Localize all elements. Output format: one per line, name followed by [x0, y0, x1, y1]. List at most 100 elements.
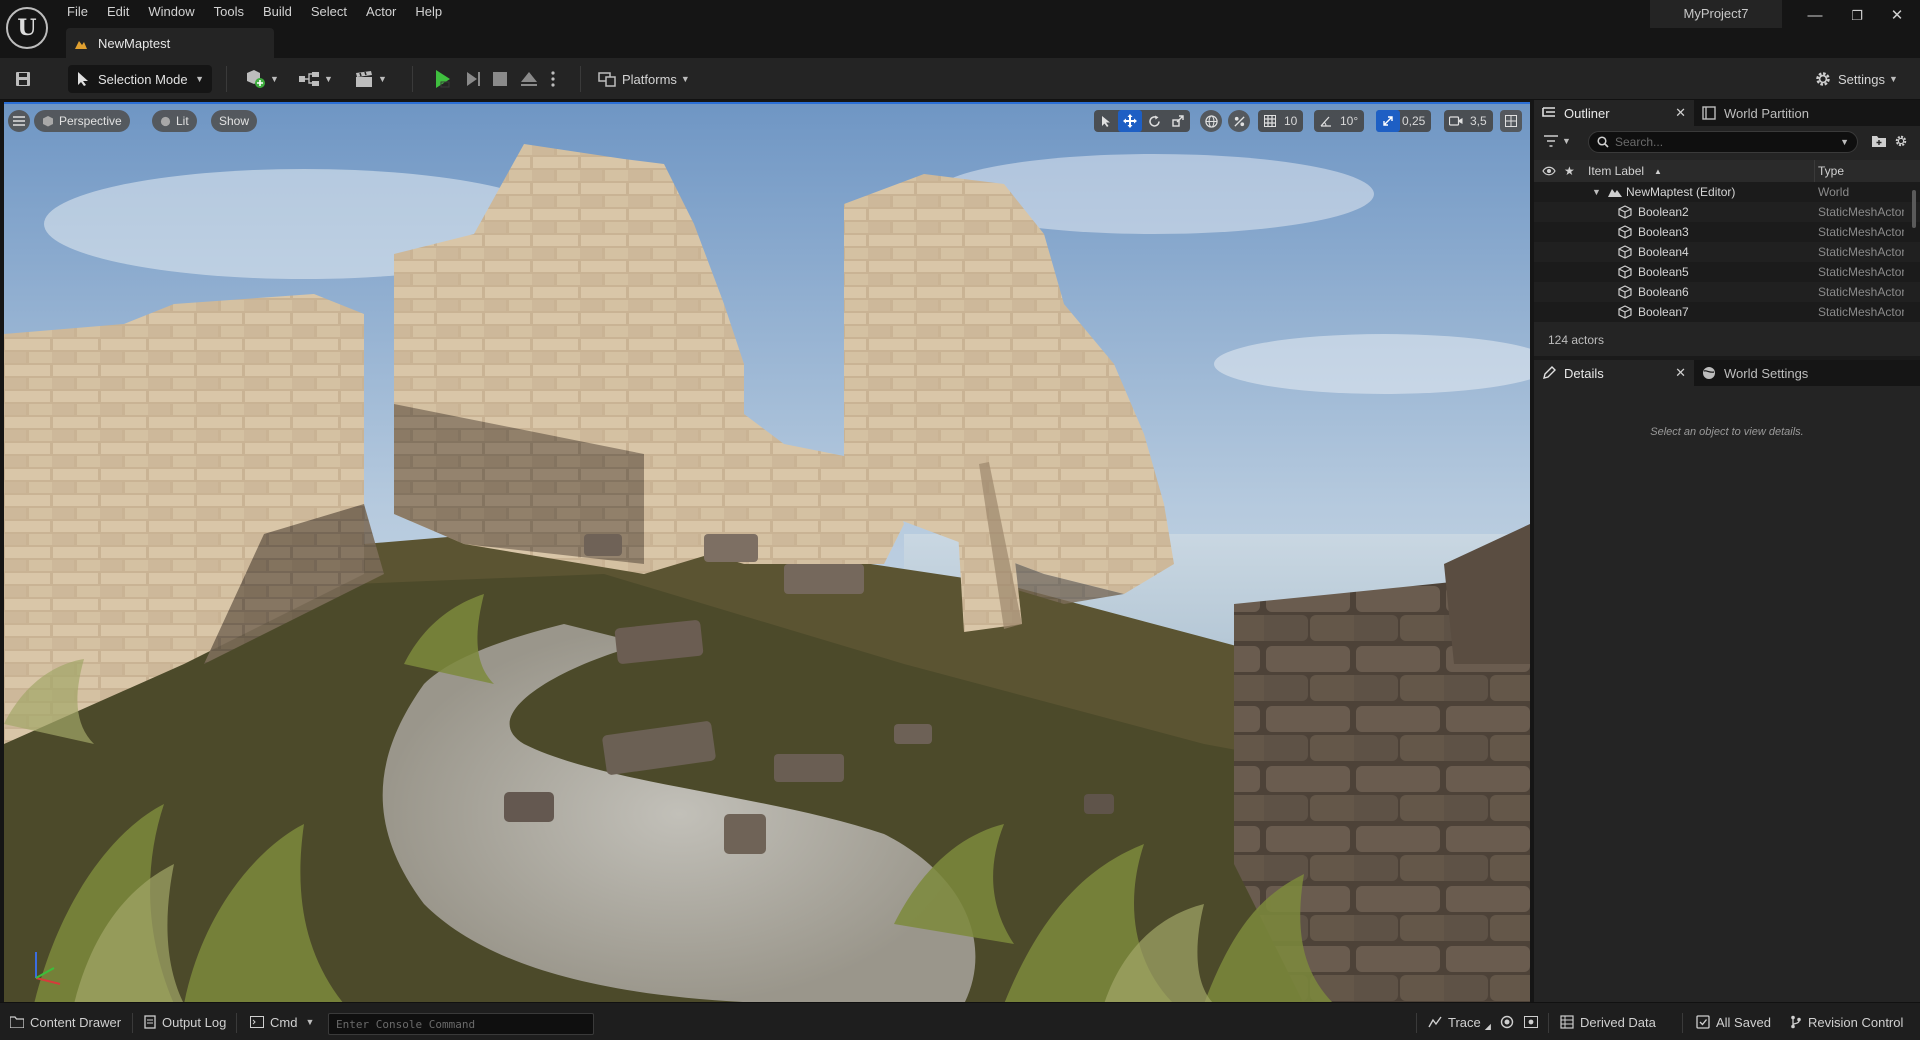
column-type[interactable]: Type: [1818, 164, 1844, 178]
visibility-eye-icon[interactable]: [1542, 166, 1556, 176]
select-tool-button[interactable]: [1094, 110, 1118, 132]
rotation-snap-group[interactable]: 10°: [1314, 110, 1365, 132]
globe-icon: [1703, 367, 1715, 379]
rotate-tool-button[interactable]: [1142, 110, 1166, 132]
lit-dropdown[interactable]: Lit: [152, 110, 197, 132]
minimize-button[interactable]: —: [1798, 4, 1832, 28]
viewport-menu-button[interactable]: [8, 110, 30, 132]
menu-select[interactable]: Select: [304, 2, 359, 22]
all-saved-label: All Saved: [1716, 1014, 1771, 1030]
tab-world-partition[interactable]: World Partition: [1694, 100, 1854, 126]
play-button[interactable]: [432, 58, 454, 100]
menu-build[interactable]: Build: [256, 2, 304, 22]
revision-control-label: Revision Control: [1808, 1014, 1904, 1030]
static-mesh-icon: [1618, 245, 1632, 259]
console-command-input[interactable]: [336, 1014, 593, 1034]
tree-row-root[interactable]: ▼ NewMaptest (Editor) World: [1534, 182, 1920, 202]
main-toolbar: Selection Mode ▼ ▼ ▼ ▼ Platforms ▼ Setti…: [0, 58, 1920, 100]
lit-sphere-icon: [160, 116, 171, 126]
restore-button[interactable]: ❐: [1840, 4, 1874, 28]
camera-speed-button[interactable]: [1444, 110, 1468, 132]
trace-button[interactable]: Trace ◢: [1428, 1003, 1491, 1040]
expand-arrow-icon[interactable]: ▼: [1592, 187, 1601, 197]
settings-dropdown[interactable]: Settings ▼: [1814, 58, 1898, 100]
screenshot-button[interactable]: [1524, 1003, 1538, 1040]
pin-star-icon[interactable]: ★: [1564, 164, 1575, 178]
unreal-logo-icon[interactable]: U: [6, 7, 48, 49]
menu-edit[interactable]: Edit: [100, 2, 141, 22]
save-button[interactable]: [14, 58, 38, 100]
menu-file[interactable]: File: [60, 2, 100, 22]
more-vertical-icon: [551, 71, 555, 87]
cinematics-button[interactable]: ▼: [354, 58, 387, 100]
advance-frame-button[interactable]: [464, 58, 482, 100]
close-window-button[interactable]: ✕: [1880, 4, 1914, 28]
menu-actor[interactable]: Actor: [359, 2, 408, 22]
outliner-search[interactable]: ▼: [1588, 131, 1858, 153]
tab-details[interactable]: Details ✕: [1534, 360, 1694, 386]
world-local-toggle[interactable]: [1200, 110, 1222, 132]
stop-button[interactable]: [492, 58, 508, 100]
output-log-button[interactable]: Output Log: [144, 1003, 226, 1040]
table-row[interactable]: Boolean4 StaticMeshActor: [1534, 242, 1920, 262]
derived-data-button[interactable]: Derived Data: [1560, 1003, 1656, 1040]
scale-snap-toggle[interactable]: [1376, 110, 1400, 132]
blueprint-button[interactable]: ▼: [298, 58, 333, 100]
menu-window[interactable]: Window: [141, 2, 206, 22]
scale-snap-group[interactable]: 0,25: [1376, 110, 1432, 132]
menu-tools[interactable]: Tools: [207, 2, 256, 22]
console-command-field[interactable]: [328, 1013, 594, 1035]
table-row[interactable]: Boolean5 StaticMeshActor: [1534, 262, 1920, 282]
tab-world-settings[interactable]: World Settings: [1694, 360, 1854, 386]
add-folder-button[interactable]: [1872, 135, 1886, 150]
platforms-dropdown[interactable]: Platforms ▼: [598, 58, 690, 100]
record-button[interactable]: [1500, 1003, 1514, 1040]
rotation-snap-toggle[interactable]: [1314, 110, 1338, 132]
item-label: Boolean2: [1638, 205, 1689, 219]
grid-snap-toggle[interactable]: [1258, 110, 1282, 132]
outliner-settings-button[interactable]: [1894, 134, 1908, 151]
trace-dropdown-icon: ◢: [1484, 1022, 1491, 1031]
chevron-down-icon[interactable]: ▼: [1840, 137, 1849, 147]
menu-help[interactable]: Help: [408, 2, 454, 22]
item-label: Boolean6: [1638, 285, 1689, 299]
close-icon[interactable]: ✕: [1675, 365, 1686, 381]
level-viewport[interactable]: Perspective Lit Show 10 10° 0,25 3,5: [4, 102, 1530, 1002]
toolbar-divider: [412, 66, 413, 92]
filter-button[interactable]: ▼: [1544, 135, 1571, 147]
cmd-dropdown[interactable]: Cmd ▼: [250, 1003, 314, 1040]
angle-icon: [1320, 116, 1331, 127]
tab-outliner[interactable]: Outliner ✕: [1534, 100, 1694, 126]
grid-snap-group[interactable]: 10: [1258, 110, 1304, 132]
show-dropdown[interactable]: Show: [211, 110, 258, 132]
search-icon: [1597, 136, 1609, 148]
status-bar: Content Drawer Output Log Cmd ▼ Trace ◢ …: [0, 1002, 1920, 1040]
table-row[interactable]: Boolean6 StaticMeshActor: [1534, 282, 1920, 302]
surface-snap-button[interactable]: [1228, 110, 1250, 132]
content-drawer-button[interactable]: Content Drawer: [10, 1003, 121, 1040]
gear-icon: [1895, 135, 1907, 147]
revision-control-button[interactable]: Revision Control: [1790, 1003, 1903, 1040]
scale-tool-button[interactable]: [1166, 110, 1190, 132]
perspective-dropdown[interactable]: Perspective: [34, 110, 130, 132]
camera-speed-group[interactable]: 3,5: [1444, 110, 1493, 132]
table-row[interactable]: Boolean3 StaticMeshActor: [1534, 222, 1920, 242]
scene-render: [4, 104, 1530, 1002]
add-actor-button[interactable]: ▼: [244, 58, 279, 100]
mode-select-dropdown[interactable]: Selection Mode ▼: [68, 65, 212, 93]
outliner-scrollbar[interactable]: [1912, 190, 1916, 228]
outliner-search-input[interactable]: [1615, 135, 1837, 149]
level-tab[interactable]: NewMaptest: [66, 28, 274, 58]
transform-tools: [1094, 110, 1190, 132]
table-row[interactable]: Boolean7 StaticMeshActor: [1534, 302, 1920, 322]
column-item-label[interactable]: Item Label: [1588, 164, 1644, 178]
close-icon[interactable]: ✕: [1675, 105, 1686, 121]
translate-tool-button[interactable]: [1118, 110, 1142, 132]
eject-button[interactable]: [520, 58, 538, 100]
viewport-layout-button[interactable]: [1500, 110, 1522, 132]
all-saved-button[interactable]: All Saved: [1696, 1003, 1771, 1040]
table-row[interactable]: Boolean2 StaticMeshActor: [1534, 202, 1920, 222]
play-options-button[interactable]: [550, 58, 556, 100]
static-mesh-icon: [1618, 205, 1632, 219]
show-label: Show: [219, 114, 250, 128]
